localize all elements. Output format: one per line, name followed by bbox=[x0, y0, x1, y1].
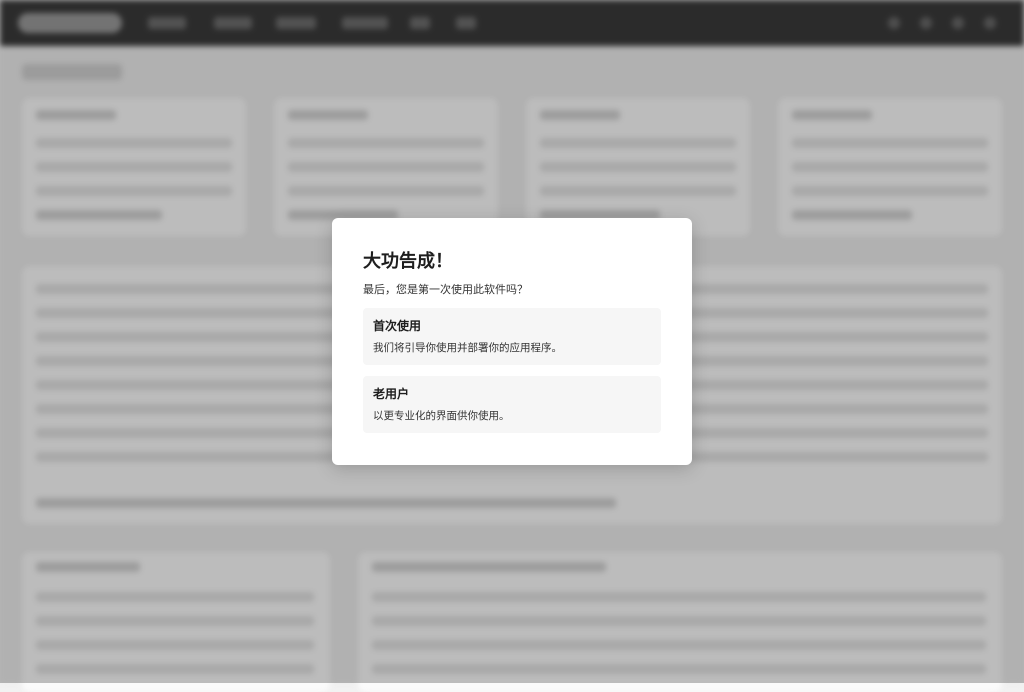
dialog-title: 大功告成！ bbox=[363, 251, 453, 272]
dialog-subtitle: 最后，您是第一次使用此软件吗？ bbox=[363, 283, 528, 296]
option-title: 首次使用 bbox=[373, 319, 422, 333]
option-description: 以更专业化的界面供你使用。 bbox=[373, 410, 510, 422]
welcome-dialog: 大功告成！ 最后，您是第一次使用此软件吗？ 首次使用 我们将引导你使用并部署你的… bbox=[332, 218, 692, 465]
first-time-user-option[interactable]: 首次使用 我们将引导你使用并部署你的应用程序。 bbox=[363, 308, 661, 365]
option-description: 我们将引导你使用并部署你的应用程序。 bbox=[373, 342, 562, 354]
returning-user-option[interactable]: 老用户 以更专业化的界面供你使用。 bbox=[363, 376, 661, 433]
option-title: 老用户 bbox=[373, 387, 410, 401]
